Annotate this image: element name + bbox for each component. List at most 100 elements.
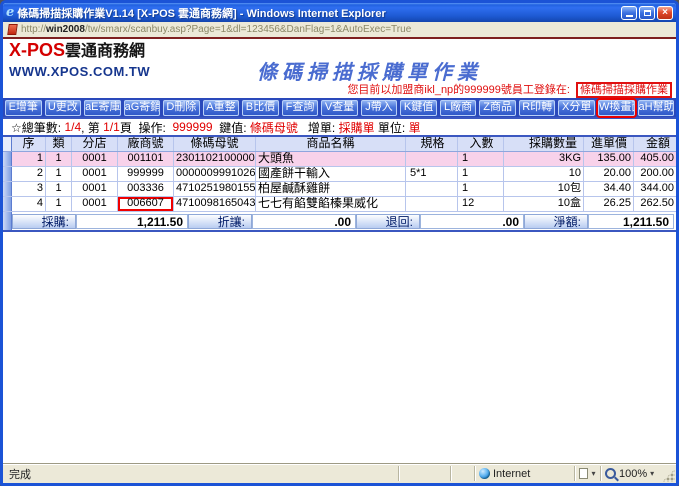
toolbar-button[interactable]: B比價 [242, 100, 279, 116]
table-cell [406, 197, 458, 211]
minimize-button[interactable] [621, 6, 637, 20]
table-cell: 柏屋鹹酥雞餅 [256, 182, 406, 196]
info-segment: 條碼母號 [250, 119, 298, 136]
totals-bar: 採購: 1,211.50 折讓: .00 退回: .00 淨額: 1,211.5… [3, 212, 676, 232]
zoom-control[interactable]: 100%▾ [600, 466, 662, 481]
info-segment: , 第 [81, 119, 103, 136]
column-header: 類 [46, 137, 72, 151]
toolbar-button[interactable]: E增筆 [5, 100, 42, 116]
toolbar-button[interactable]: F查詢 [282, 100, 319, 116]
toolbar-button[interactable]: K鍵值 [400, 100, 437, 116]
toolbar-button[interactable]: W換畫面 [598, 100, 635, 116]
zone-label: Internet [493, 468, 530, 480]
toolbar-button[interactable]: R印轉 [519, 100, 556, 116]
table-row[interactable]: 1100010011012301102100000大頭魚13KG135.0040… [3, 152, 676, 167]
info-segment: 頁 操作: [120, 119, 173, 136]
toolbar-button[interactable]: V查量 [321, 100, 358, 116]
table-cell: 2301102100000 [174, 152, 256, 166]
purchase-total-value: 1,211.50 [76, 214, 188, 229]
toolbar-button[interactable]: Z商品 [479, 100, 516, 116]
current-module-label: 條碼掃描採購作業 [576, 82, 672, 98]
column-header: 條碼母號 [174, 137, 256, 151]
url-text[interactable]: http://win2008/tw/smarx/scanbuy.asp?Page… [21, 24, 411, 35]
table-cell: 1 [46, 182, 72, 196]
caret-down-icon: ▾ [650, 469, 654, 478]
table-cell: 999999 [118, 167, 174, 181]
row-selector[interactable] [3, 167, 12, 181]
net-total-value: 1,211.50 [588, 214, 674, 229]
empty-area [3, 232, 676, 463]
toolbar-button[interactable]: J帶入 [361, 100, 398, 116]
table-cell: 10盒 [504, 197, 584, 211]
info-segment: 999999 [173, 120, 213, 134]
table-cell: 0001 [72, 152, 118, 166]
page-glyph-icon [579, 468, 588, 479]
table-header-row: 序類分店廠商號條碼母號商品名稱規格入數採購數量進單價金額 [3, 137, 676, 152]
net-total-button[interactable]: 淨額: [524, 214, 588, 229]
row-selector[interactable] [3, 152, 12, 166]
row-selector[interactable] [3, 197, 12, 211]
ie-icon: e [6, 6, 14, 19]
return-button[interactable]: 退回: [356, 214, 420, 229]
discount-button[interactable]: 折讓: [188, 214, 252, 229]
table-cell: 4710098165043 [174, 197, 256, 211]
purchase-table: 序類分店廠商號條碼母號商品名稱規格入數採購數量進單價金額 11000100110… [3, 137, 676, 212]
table-body: 1100010011012301102100000大頭魚13KG135.0040… [3, 152, 676, 212]
row-selector [3, 137, 12, 151]
purchase-total-button[interactable]: 採購: [12, 214, 76, 229]
table-cell [406, 152, 458, 166]
toolbar-button[interactable]: D刪除 [163, 100, 200, 116]
table-cell: 0001 [72, 182, 118, 196]
maximize-button[interactable] [639, 6, 655, 20]
toolbar-button[interactable]: U更改 [45, 100, 82, 116]
totals-selector [3, 212, 12, 230]
security-zone: Internet [474, 466, 574, 481]
table-cell: 2 [12, 167, 46, 181]
toolbar-button[interactable]: L廠商 [440, 100, 477, 116]
logo-xpos: X-POS [9, 40, 65, 60]
info-segment: 單位: [375, 119, 409, 136]
table-cell: 006607 [118, 197, 174, 211]
table-cell: 262.50 [634, 197, 676, 211]
toolbar-button[interactable]: aH幫助 [638, 100, 675, 116]
column-header: 入數 [458, 137, 504, 151]
login-status: 您目前以加盟商ikl_np的999999號員工登錄在: 條碼掃描採購作業 [347, 81, 672, 97]
table-cell: 1 [458, 167, 504, 181]
close-button[interactable]: × [657, 6, 673, 20]
title-bar: e 條碼掃描採購作業V1.14 [X-POS 雲通商務網] - Windows … [3, 3, 676, 22]
row-selector[interactable] [3, 182, 12, 196]
zoom-level: 100% [619, 468, 647, 480]
table-cell: 1 [458, 152, 504, 166]
url-host: win2008 [46, 24, 85, 35]
login-status-text: 您目前以加盟商ikl_np的999999號員工登錄在: [347, 84, 573, 96]
table-cell: 大頭魚 [256, 152, 406, 166]
table-row[interactable]: 3100010033364710251980155柏屋鹹酥雞餅110包34.40… [3, 182, 676, 197]
column-header: 廠商號 [118, 137, 174, 151]
page-menu[interactable]: ▾ [574, 466, 600, 481]
toolbar-button[interactable]: A重整 [203, 100, 240, 116]
url-path: /tw/smarx/scanbuy.asp?Page=1&dl=123456&D… [85, 24, 411, 35]
status-panel [398, 466, 450, 481]
table-row[interactable]: 4100010066074710098165043七七有餡雙餡榛果威化1210盒… [3, 197, 676, 212]
page-icon [7, 24, 18, 35]
column-header: 序 [12, 137, 46, 151]
page-header: X-POS雲通商務網 WWW.XPOS.COM.TW 條碼掃描採購單作業 您目前… [3, 39, 676, 98]
column-header: 規格 [406, 137, 458, 151]
table-cell: 405.00 [634, 152, 676, 166]
table-cell: 0000009991026 [174, 167, 256, 181]
table-cell: 20.00 [584, 167, 634, 181]
toolbar-button[interactable]: aE寄庫 [84, 100, 121, 116]
window-title: 條碼掃描採購作業V1.14 [X-POS 雲通商務網] - Windows In… [17, 5, 618, 21]
window-controls: × [621, 6, 673, 20]
column-header: 分店 [72, 137, 118, 151]
info-bar: ☆總筆數: 1/4, 第 1/1頁 操作: 999999 鍵值: 條碼母號 增單… [3, 117, 676, 137]
table-cell: 26.25 [584, 197, 634, 211]
toolbar-button[interactable]: X分單 [558, 100, 595, 116]
toolbar-button[interactable]: aG寄銷 [124, 100, 161, 116]
address-bar[interactable]: http://win2008/tw/smarx/scanbuy.asp?Page… [3, 22, 676, 39]
column-header: 商品名稱 [256, 137, 406, 151]
info-segment: 鍵值: [213, 119, 250, 136]
table-cell: 135.00 [584, 152, 634, 166]
resize-grip[interactable] [662, 469, 675, 482]
table-row[interactable]: 2100019999990000009991026國產餅干輸入5*111020.… [3, 167, 676, 182]
